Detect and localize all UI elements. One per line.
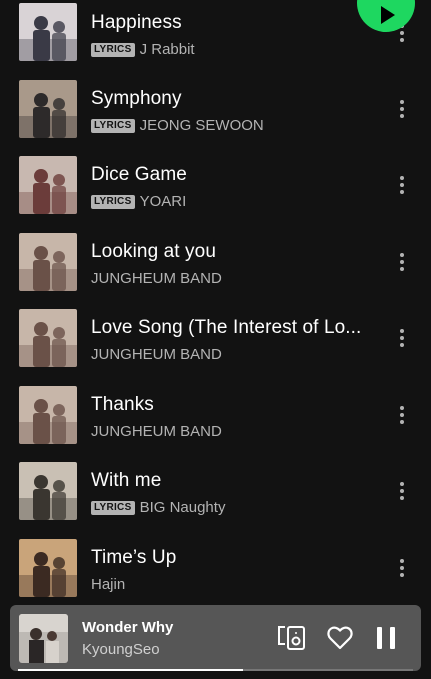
- progress-fill: [18, 669, 244, 671]
- progress-bar[interactable]: [18, 669, 413, 671]
- track-row[interactable]: With me LYRICS BIG Naughty: [0, 462, 431, 539]
- track-title: Symphony: [91, 88, 182, 109]
- now-playing-bar[interactable]: Wonder Why KyoungSeo: [10, 605, 421, 671]
- play-icon: [381, 6, 395, 24]
- more-vertical-icon[interactable]: [392, 247, 412, 277]
- more-vertical-icon[interactable]: [392, 476, 412, 506]
- more-vertical-icon[interactable]: [392, 400, 412, 430]
- track-subtitle: Hajin: [91, 576, 125, 593]
- track-artist: JUNGHEUM BAND: [91, 270, 222, 287]
- album-artwork: [19, 80, 77, 138]
- connect-device-icon[interactable]: [276, 624, 308, 652]
- track-artist: J Rabbit: [139, 41, 195, 58]
- album-artwork: [19, 3, 77, 61]
- heart-outline-icon[interactable]: [326, 625, 354, 651]
- more-vertical-icon[interactable]: [392, 170, 412, 200]
- track-title: Dice Game: [91, 164, 187, 185]
- track-row[interactable]: Love Song (The Interest of Lo... JUNGHEUM…: [0, 309, 431, 386]
- more-vertical-icon[interactable]: [392, 94, 412, 124]
- album-artwork: [19, 233, 77, 291]
- track-subtitle: LYRICS YOARI: [91, 193, 186, 210]
- track-row[interactable]: Symphony LYRICS JEONG SEWOON: [0, 80, 431, 157]
- lyrics-badge: LYRICS: [91, 118, 135, 133]
- album-artwork: [19, 309, 77, 367]
- pause-bar-left: [377, 627, 382, 649]
- track-artist: BIG Naughty: [139, 499, 226, 516]
- now-playing-title: Wonder Why: [82, 619, 174, 636]
- more-vertical-icon[interactable]: [392, 323, 412, 353]
- lyrics-badge: LYRICS: [91, 500, 135, 515]
- track-title: Time’s Up: [91, 547, 177, 568]
- track-title: Love Song (The Interest of Lo...: [91, 317, 362, 338]
- track-title: Thanks: [91, 394, 154, 415]
- track-artist: JUNGHEUM BAND: [91, 346, 222, 363]
- album-artwork: [19, 386, 77, 444]
- track-title: Happiness: [91, 12, 182, 33]
- track-row[interactable]: Thanks JUNGHEUM BAND: [0, 386, 431, 463]
- track-title: Looking at you: [91, 241, 216, 262]
- now-playing-artist: KyoungSeo: [82, 641, 160, 658]
- pause-icon[interactable]: [377, 627, 397, 649]
- track-subtitle: LYRICS J Rabbit: [91, 41, 195, 58]
- pause-bar-right: [390, 627, 395, 649]
- track-subtitle: JUNGHEUM BAND: [91, 423, 222, 440]
- track-title: With me: [91, 470, 162, 491]
- track-artist: JEONG SEWOON: [139, 117, 264, 134]
- lyrics-badge: LYRICS: [91, 194, 135, 209]
- track-subtitle: JUNGHEUM BAND: [91, 346, 222, 363]
- track-row[interactable]: Dice Game LYRICS YOARI: [0, 156, 431, 233]
- album-artwork: [19, 462, 77, 520]
- track-artist: JUNGHEUM BAND: [91, 423, 222, 440]
- track-subtitle: JUNGHEUM BAND: [91, 270, 222, 287]
- track-subtitle: LYRICS BIG Naughty: [91, 499, 225, 516]
- track-artist: Hajin: [91, 576, 126, 593]
- lyrics-badge: LYRICS: [91, 42, 135, 57]
- track-subtitle: LYRICS JEONG SEWOON: [91, 117, 264, 134]
- now-playing-artwork: [19, 614, 68, 663]
- album-artwork: [19, 156, 77, 214]
- album-artwork: [19, 539, 77, 597]
- more-vertical-icon[interactable]: [392, 553, 412, 583]
- track-artist: YOARI: [139, 193, 187, 210]
- track-row[interactable]: Looking at you JUNGHEUM BAND: [0, 233, 431, 310]
